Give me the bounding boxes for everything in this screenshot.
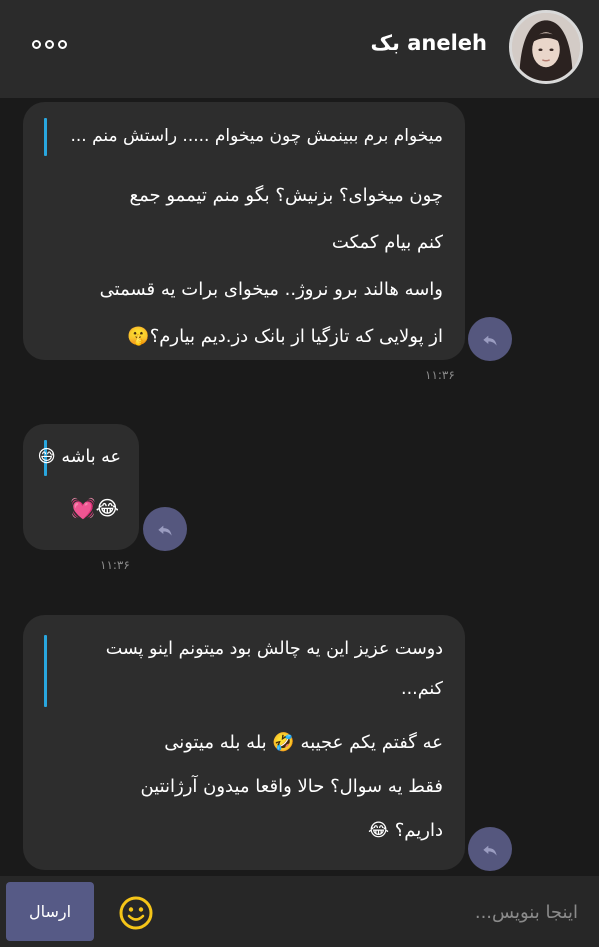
reply-button[interactable]: [468, 827, 512, 871]
quote-bar: [44, 635, 47, 707]
message-text: عه گفتم یکم عجیبه 🤣 بله بله میتونی فقط ی…: [140, 732, 443, 841]
contact-name[interactable]: aneleh بک: [371, 31, 487, 55]
reply-icon: [158, 525, 172, 536]
contact-avatar[interactable]: [509, 10, 583, 84]
smiley-icon[interactable]: [118, 895, 154, 931]
message-composer: ارسال: [0, 876, 599, 947]
message-text: چون میخوای؟ بزنیش؟ بگو منم تیممو جمع کنم…: [99, 185, 443, 347]
more-options-icon[interactable]: [32, 36, 68, 52]
reply-button[interactable]: [468, 317, 512, 361]
send-button[interactable]: ارسال: [6, 882, 94, 941]
message-bubble[interactable]: میخوام برم ببینمش چون میخوام ..... راستش…: [23, 102, 465, 360]
message-time: ۱۱:۳۶: [425, 368, 455, 382]
message-bubble[interactable]: عه باشه 😅 😂💓: [23, 424, 139, 550]
quoted-message[interactable]: عه باشه 😅: [38, 444, 121, 470]
reply-button[interactable]: [143, 507, 187, 551]
reply-icon: [483, 845, 497, 856]
quoted-message[interactable]: میخوام برم ببینمش چون میخوام ..... راستش…: [70, 124, 443, 150]
chat-area[interactable]: میخوام برم ببینمش چون میخوام ..... راستش…: [0, 98, 599, 876]
message-input[interactable]: [170, 888, 590, 936]
message-text: 😂💓: [70, 496, 119, 520]
message-time: ۱۱:۳۶: [100, 558, 130, 572]
quote-bar: [44, 118, 47, 156]
reply-icon: [483, 335, 497, 346]
chat-header: aneleh بک: [0, 0, 599, 98]
quoted-message[interactable]: دوست عزیز این یه چالش بود میتونم اینو پس…: [106, 629, 443, 709]
message-bubble[interactable]: دوست عزیز این یه چالش بود میتونم اینو پس…: [23, 615, 465, 870]
